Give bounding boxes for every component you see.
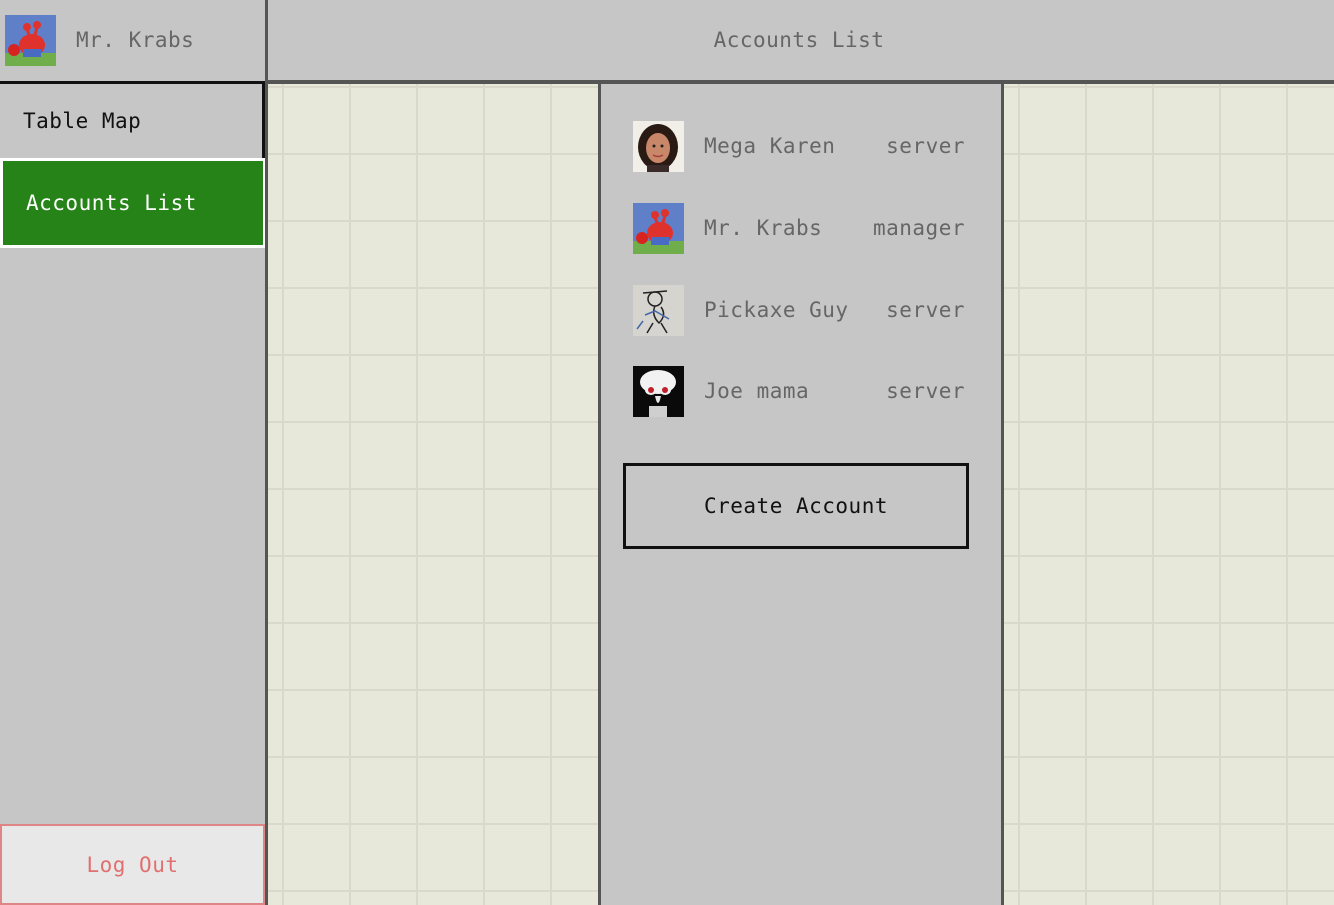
sidebar-item-label: Accounts List xyxy=(26,191,197,215)
sidebar-item-label: Table Map xyxy=(23,109,142,133)
sidebar: Mr. Krabs Table Map Accounts List Log Ou… xyxy=(0,0,268,905)
logout-button[interactable]: Log Out xyxy=(0,824,265,905)
account-name: Mr. Krabs xyxy=(704,216,823,240)
crab-avatar xyxy=(5,14,56,66)
sketch-avatar xyxy=(633,284,684,336)
account-role: manager xyxy=(872,216,965,240)
account-role: server xyxy=(886,379,965,403)
squid-avatar xyxy=(633,365,684,417)
current-user: Mr. Krabs xyxy=(0,0,265,80)
crab-avatar xyxy=(633,202,684,254)
account-row-mega-karen[interactable]: Mega Karen server xyxy=(633,120,973,172)
account-row-pickaxe-guy[interactable]: Pickaxe Guy server xyxy=(633,284,973,336)
background-tiles-left xyxy=(268,84,598,905)
account-role: server xyxy=(886,298,965,322)
page-title: Accounts List xyxy=(713,28,885,52)
account-role: server xyxy=(886,134,965,158)
account-row-mr-krabs[interactable]: Mr. Krabs manager xyxy=(633,202,973,254)
create-account-button[interactable]: Create Account xyxy=(623,463,969,549)
account-name: Pickaxe Guy xyxy=(704,298,849,322)
sidebar-item-accounts-list[interactable]: Accounts List xyxy=(0,158,265,248)
account-row-joe-mama[interactable]: Joe mama server xyxy=(633,365,973,417)
account-name: Joe mama xyxy=(704,379,810,403)
background-tiles-right xyxy=(1004,84,1334,905)
top-bar: Accounts List xyxy=(268,0,1334,84)
sidebar-item-table-map[interactable]: Table Map xyxy=(0,81,265,158)
woman-portrait-avatar xyxy=(633,120,684,172)
accounts-panel: Mega Karen server Mr. Krabs manager Pick… xyxy=(598,84,1004,905)
account-name: Mega Karen xyxy=(704,134,836,158)
current-user-name: Mr. Krabs xyxy=(76,28,195,52)
